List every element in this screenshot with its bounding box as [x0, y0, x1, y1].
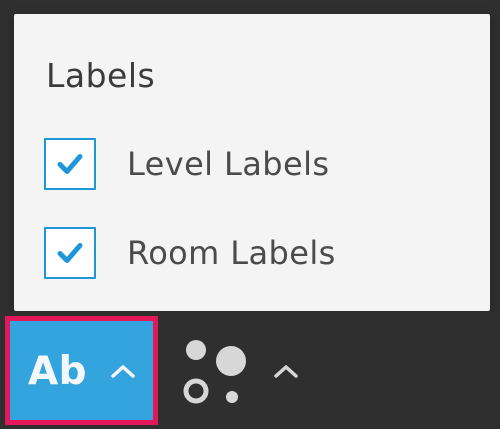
labels-popup: Labels Level Labels Room Labels: [14, 14, 490, 311]
room-labels-option[interactable]: Room Labels: [44, 227, 336, 279]
room-labels-checkbox[interactable]: [44, 227, 96, 279]
labels-toggle-button[interactable]: Ab: [5, 316, 158, 425]
level-labels-label: Level Labels: [127, 145, 330, 183]
bottom-toolbar: Ab: [0, 311, 500, 429]
circles-style-icon: [183, 340, 246, 404]
chevron-up-icon: [274, 363, 298, 382]
room-labels-label: Room Labels: [127, 234, 336, 272]
chevron-up-icon: [111, 364, 135, 378]
popup-title: Labels: [46, 56, 156, 95]
labels-panel-screen: Labels Level Labels Room Labels Ab: [0, 0, 500, 429]
checkmark-icon: [57, 243, 83, 263]
style-options-button[interactable]: [182, 332, 306, 412]
level-labels-option[interactable]: Level Labels: [44, 138, 329, 190]
level-labels-checkbox[interactable]: [44, 138, 96, 190]
labels-button-text: Ab: [27, 349, 88, 394]
checkmark-icon: [57, 154, 83, 174]
